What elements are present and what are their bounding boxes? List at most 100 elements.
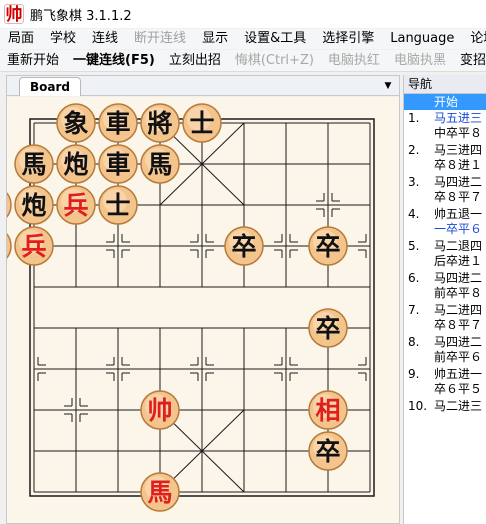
- menu-item-disconnect[interactable]: 断开连线: [126, 29, 194, 49]
- tab-board[interactable]: Board: [19, 77, 81, 96]
- piece-black[interactable]: 車: [98, 144, 138, 184]
- move-number: 8.: [408, 335, 420, 349]
- move-number: 9.: [408, 367, 420, 381]
- move-row: 10. 马二进三: [404, 398, 486, 430]
- piece-black[interactable]: 卒: [308, 431, 348, 471]
- move-number: 6.: [408, 271, 420, 285]
- move-list-start[interactable]: 开始: [404, 94, 486, 110]
- menu-item-settings-tools[interactable]: 设置&工具: [236, 29, 314, 49]
- piece-black[interactable]: 炮: [14, 185, 54, 225]
- move-black[interactable]: 卒６平５: [434, 382, 482, 397]
- piece-black[interactable]: 士: [98, 185, 138, 225]
- move-red[interactable]: 马三进四: [434, 143, 482, 158]
- piece-black[interactable]: 炮: [56, 144, 96, 184]
- undo-button[interactable]: 悔棋(Ctrl+Z): [228, 50, 321, 71]
- board-tab-strip: Board ▼: [7, 76, 399, 96]
- piece-red[interactable]: 帅: [140, 390, 180, 430]
- move-black[interactable]: 前卒平６: [434, 350, 482, 365]
- piece-black[interactable]: 卒: [224, 226, 264, 266]
- piece-label: 卒: [315, 437, 340, 466]
- move-red[interactable]: 马二进四: [434, 303, 482, 318]
- piece-black[interactable]: 馬: [140, 144, 180, 184]
- piece-disc: [7, 233, 12, 259]
- piece-label: 車: [105, 109, 130, 138]
- piece-black[interactable]: 士: [182, 103, 222, 143]
- move-red[interactable]: 马二进三: [434, 399, 482, 414]
- menu-item-language[interactable]: Language: [382, 29, 462, 49]
- move-row: 5. 马二退四 后卒进１: [404, 238, 486, 270]
- move-red[interactable]: 马四进二: [434, 175, 482, 190]
- board-panel: Board ▼ 象車將士馬炮車馬象炮兵士卒兵卒卒卒帅相卒馬: [6, 75, 400, 524]
- menu-item-school[interactable]: 学校: [42, 29, 84, 49]
- move-black[interactable]: 卒８进１: [434, 158, 482, 173]
- piece-black[interactable]: 象: [7, 186, 12, 224]
- move-red[interactable]: 马四进二: [434, 335, 482, 350]
- one-click-connect-button[interactable]: 一键连线(F5): [66, 50, 162, 71]
- piece-label: 士: [189, 109, 214, 138]
- piece-black[interactable]: 卒: [7, 227, 12, 265]
- move-black[interactable]: 卒８平７: [434, 190, 482, 205]
- move-black[interactable]: 中卒平８: [434, 126, 482, 141]
- menu-item-position[interactable]: 局面: [0, 29, 42, 49]
- piece-label: 兵: [21, 232, 46, 261]
- piece-black[interactable]: 將: [140, 103, 180, 143]
- piece-label: 相: [315, 396, 340, 425]
- move-number: 7.: [408, 303, 420, 317]
- move-number: 4.: [408, 207, 420, 221]
- navigation-panel: 导航 开始 1. 马五进三 中卒平８ 2. 马三进四 卒８进１ 3. 马四进二 卒８平７ 4. 帅五…: [403, 75, 486, 524]
- app-icon: 帅: [4, 4, 24, 25]
- menu-bar: 局面 学校 连线 断开连线 显示 设置&工具 选择引擎 Language 论坛: [0, 29, 486, 49]
- restart-button[interactable]: 重新开始: [0, 50, 66, 71]
- piece-label: 卒: [315, 232, 340, 261]
- move-black[interactable]: 卒８平７: [434, 318, 482, 333]
- title-bar: 帅 鹏飞象棋 3.1.1.2: [0, 0, 486, 28]
- menu-item-select-engine[interactable]: 选择引擎: [314, 29, 382, 49]
- tab-menu-dropdown-icon[interactable]: ▼: [383, 79, 393, 93]
- window-title: 鹏飞象棋 3.1.1.2: [30, 8, 132, 24]
- menu-item-display[interactable]: 显示: [194, 29, 236, 49]
- piece-black[interactable]: 車: [98, 103, 138, 143]
- piece-label: 將: [147, 109, 172, 138]
- move-red[interactable]: 马四进二: [434, 271, 482, 286]
- piece-label: 卒: [315, 314, 340, 343]
- move-black[interactable]: 一卒平６: [434, 222, 482, 237]
- piece-red[interactable]: 相: [308, 390, 348, 430]
- board-canvas[interactable]: 象車將士馬炮車馬象炮兵士卒兵卒卒卒帅相卒馬: [7, 97, 399, 523]
- board-pieces[interactable]: 象車將士馬炮車馬象炮兵士卒兵卒卒卒帅相卒馬: [7, 103, 348, 512]
- move-list: 1. 马五进三 中卒平８ 2. 马三进四 卒８进１ 3. 马四进二 卒８平７ 4. 帅五退一 一卒平６…: [404, 110, 486, 430]
- piece-label: 馬: [21, 150, 46, 179]
- move-red[interactable]: 帅五进一: [434, 367, 482, 382]
- move-now-button[interactable]: 立刻出招: [162, 50, 228, 71]
- move-red[interactable]: 马二退四: [434, 239, 482, 254]
- piece-black[interactable]: 卒: [308, 308, 348, 348]
- menu-item-forum[interactable]: 论坛: [462, 29, 486, 49]
- piece-red[interactable]: 兵: [56, 185, 96, 225]
- piece-label: 帅: [147, 396, 172, 425]
- piece-black[interactable]: 馬: [14, 144, 54, 184]
- toolbar: 重新开始 一键连线(F5) 立刻出招 悔棋(Ctrl+Z) 电脑执红 电脑执黑 …: [0, 50, 486, 72]
- move-row: 1. 马五进三 中卒平８: [404, 110, 486, 142]
- move-number: 3.: [408, 175, 420, 189]
- piece-label: 炮: [63, 150, 88, 179]
- computer-plays-black-button[interactable]: 电脑执黑: [387, 50, 453, 71]
- piece-black[interactable]: 卒: [308, 226, 348, 266]
- piece-red[interactable]: 兵: [14, 226, 54, 266]
- move-number: 10.: [408, 399, 428, 413]
- move-red[interactable]: 帅五退一: [434, 207, 482, 222]
- piece-black[interactable]: 象: [56, 103, 96, 143]
- move-row: 2. 马三进四 卒８进１: [404, 142, 486, 174]
- chess-board[interactable]: 象車將士馬炮車馬象炮兵士卒兵卒卒卒帅相卒馬: [7, 97, 399, 523]
- move-red[interactable]: 马五进三: [434, 111, 482, 126]
- piece-label: 兵: [63, 191, 88, 220]
- piece-label: 卒: [231, 232, 256, 261]
- move-black[interactable]: 后卒进１: [434, 254, 482, 269]
- move-row: 7. 马二进四 卒８平７: [404, 302, 486, 334]
- piece-label: 馬: [147, 150, 172, 179]
- move-number: 2.: [408, 143, 420, 157]
- move-black[interactable]: 前卒平８: [434, 286, 482, 301]
- piece-red[interactable]: 馬: [140, 472, 180, 512]
- menu-item-connect[interactable]: 连线: [84, 29, 126, 49]
- variation-button[interactable]: 变招: [453, 50, 486, 71]
- move-row: 6. 马四进二 前卒平８: [404, 270, 486, 302]
- computer-plays-red-button[interactable]: 电脑执红: [321, 50, 387, 71]
